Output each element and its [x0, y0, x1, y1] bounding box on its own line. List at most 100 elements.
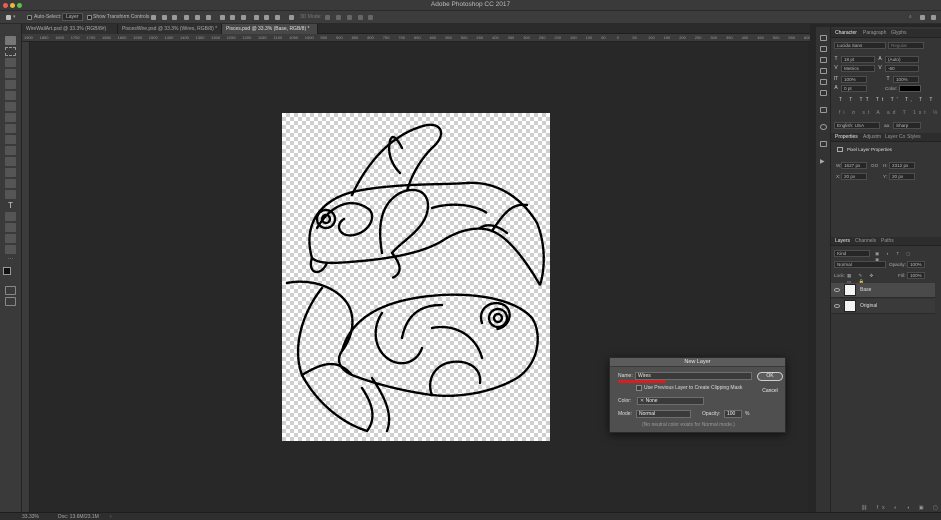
tab-pisceswire[interactable]: PiscesWire.psd @ 33.3% (Wires, RGB/8) *	[118, 24, 222, 34]
lock-icons[interactable]: ▦ ✎ ✥ ▭ 🔒	[847, 273, 887, 284]
3d-icon[interactable]	[820, 141, 827, 147]
auto-select-checkbox[interactable]	[27, 15, 32, 20]
opentype-buttons[interactable]: fi σ st A ad T 1st ½	[839, 110, 937, 116]
layer-name-input[interactable]: Wires	[635, 372, 752, 380]
workspace-icon[interactable]	[920, 15, 925, 20]
hand-tool-icon[interactable]	[5, 234, 16, 243]
height-field[interactable]: 2312 px	[889, 162, 915, 169]
x-field[interactable]: 20 px	[841, 173, 867, 180]
brush-tool-icon[interactable]	[5, 113, 16, 122]
document-canvas[interactable]	[282, 113, 550, 441]
layer-filter-icons[interactable]: ▣ ◐ T ▢ ▣	[875, 251, 925, 262]
3d-drag-icon[interactable]	[347, 15, 352, 20]
tab-layers[interactable]: Layers	[835, 238, 850, 244]
shape-tool-icon[interactable]	[5, 223, 16, 232]
leading-field[interactable]: (Auto)	[885, 56, 919, 63]
path-select-tool-icon[interactable]	[5, 212, 16, 221]
tab-pisces[interactable]: Pisces.psd @ 33.3% (Base, RGB/8) *	[222, 24, 318, 34]
lasso-tool-icon[interactable]	[5, 58, 16, 67]
distribute-bottom-icon[interactable]	[241, 15, 246, 20]
align-top-icon[interactable]	[151, 15, 156, 20]
libraries-icon[interactable]	[820, 68, 827, 74]
eye-icon[interactable]	[834, 304, 840, 308]
tab-adjustments[interactable]: Adjustm	[863, 134, 881, 140]
crop-tool-icon[interactable]	[5, 80, 16, 89]
tab-properties[interactable]: Properties	[835, 134, 858, 140]
zoom-level[interactable]: 33.33%	[22, 514, 39, 520]
distribute-top-icon[interactable]	[220, 15, 225, 20]
mode-dropdown[interactable]: Normal	[636, 410, 691, 418]
clone-stamp-tool-icon[interactable]	[5, 124, 16, 133]
font-family-dropdown[interactable]: Lucida Sans	[834, 42, 886, 49]
vertical-scale-field[interactable]: 100%	[841, 76, 867, 83]
kerning-field[interactable]: Metrics	[841, 65, 875, 72]
history-icon[interactable]	[820, 35, 827, 41]
clipping-mask-checkbox[interactable]	[636, 385, 642, 391]
layer-row[interactable]: Original	[831, 299, 935, 314]
pen-tool-icon[interactable]	[5, 190, 16, 199]
dodge-tool-icon[interactable]	[5, 179, 16, 188]
more-tools-icon[interactable]: ···	[5, 256, 16, 265]
info-icon[interactable]	[820, 124, 827, 130]
baseline-shift-field[interactable]: 0 pt	[841, 85, 867, 92]
marquee-tool-icon[interactable]	[5, 47, 16, 56]
brush-settings-icon[interactable]	[820, 107, 827, 113]
quick-mask-icon[interactable]	[5, 286, 16, 295]
auto-align-icon[interactable]	[289, 15, 294, 20]
align-bottom-icon[interactable]	[172, 15, 177, 20]
align-right-icon[interactable]	[206, 15, 211, 20]
align-vcenter-icon[interactable]	[162, 15, 167, 20]
adjustments-icon[interactable]	[820, 79, 827, 85]
dialog-opacity-field[interactable]: 100	[724, 410, 742, 418]
tab-character[interactable]: Character	[835, 30, 857, 36]
transform-controls-checkbox[interactable]	[87, 15, 92, 20]
tab-channels[interactable]: Channels	[855, 238, 876, 244]
zoom-tool-icon[interactable]	[5, 245, 16, 254]
layer-fill-field[interactable]: 100%	[907, 272, 925, 279]
layer-opacity-field[interactable]: 100%	[907, 261, 925, 268]
share-icon[interactable]	[931, 15, 936, 20]
tab-wirewallart[interactable]: WireWallArt.psd @ 33.3% (RGB/8#)	[22, 24, 118, 34]
horizontal-scale-field[interactable]: 100%	[893, 76, 919, 83]
tab-paths[interactable]: Paths	[881, 238, 894, 244]
actions-icon[interactable]	[820, 46, 827, 52]
eye-icon[interactable]	[834, 288, 840, 292]
color-dropdown[interactable]: ✕ None	[637, 397, 704, 405]
link-dimensions-icon[interactable]: GO	[871, 163, 878, 168]
align-left-icon[interactable]	[184, 15, 189, 20]
foreground-color-swatch[interactable]	[3, 267, 11, 275]
antialias-dropdown[interactable]: Sharp	[893, 122, 921, 129]
3d-scale-icon[interactable]	[368, 15, 373, 20]
tab-layer-comps[interactable]: Layer Co	[885, 134, 905, 140]
3d-slide-icon[interactable]	[358, 15, 363, 20]
tab-styles[interactable]: Styles	[907, 134, 921, 140]
layer-filter-dropdown[interactable]: Kind	[834, 250, 870, 257]
distribute-right-icon[interactable]	[275, 15, 280, 20]
distribute-vcenter-icon[interactable]	[230, 15, 235, 20]
y-field[interactable]: 20 px	[889, 173, 915, 180]
status-menu-icon[interactable]: ›	[110, 514, 112, 520]
gradient-tool-icon[interactable]	[5, 157, 16, 166]
play-icon[interactable]: ▶	[820, 158, 827, 165]
language-dropdown[interactable]: English: USA	[834, 122, 880, 129]
3d-roll-icon[interactable]	[336, 15, 341, 20]
eraser-tool-icon[interactable]	[5, 146, 16, 155]
healing-brush-tool-icon[interactable]	[5, 102, 16, 111]
distribute-hcenter-icon[interactable]	[264, 15, 269, 20]
search-icon[interactable]: ⌕	[909, 14, 912, 20]
tool-preset-chevron-icon[interactable]: ▾	[13, 14, 16, 20]
font-style-dropdown[interactable]: Regular	[888, 42, 924, 49]
ok-button[interactable]: OK	[757, 372, 783, 381]
tab-paragraph[interactable]: Paragraph	[863, 30, 886, 36]
eyedropper-tool-icon[interactable]	[5, 91, 16, 100]
history-brush-tool-icon[interactable]	[5, 135, 16, 144]
swatches-icon[interactable]	[820, 57, 827, 63]
cancel-button[interactable]: Cancel	[757, 387, 783, 396]
move-tool-icon[interactable]	[6, 15, 11, 20]
move-tool-icon[interactable]	[5, 36, 16, 45]
layer-row[interactable]: Base	[831, 283, 935, 298]
3d-rotate-icon[interactable]	[325, 15, 330, 20]
screen-mode-icon[interactable]	[5, 297, 16, 306]
tracking-field[interactable]: -60	[885, 65, 919, 72]
text-color-swatch[interactable]	[899, 85, 921, 92]
